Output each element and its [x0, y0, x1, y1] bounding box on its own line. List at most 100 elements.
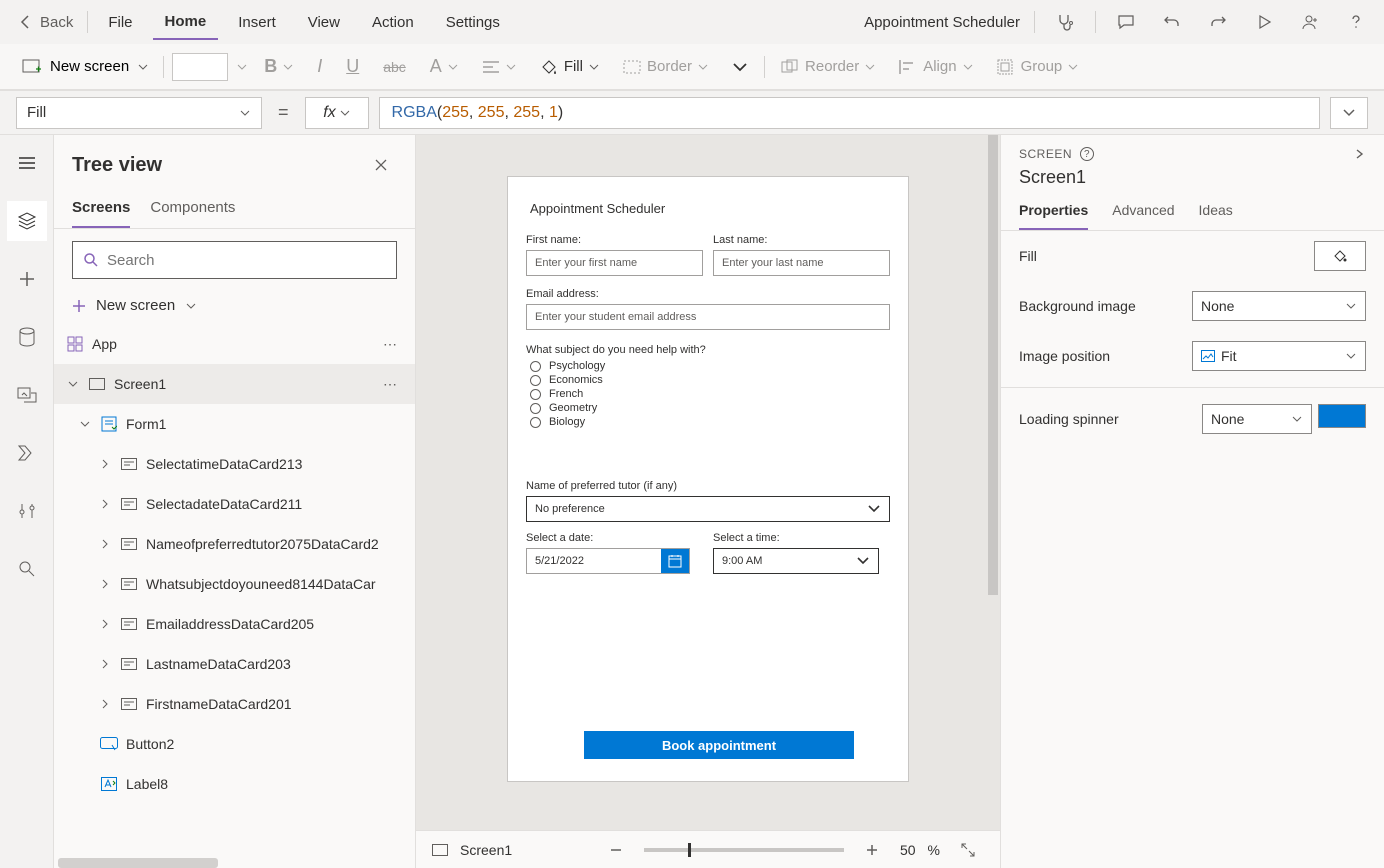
- tree-item-card[interactable]: EmailaddressDataCard205: [54, 604, 415, 644]
- search-rail-button[interactable]: [7, 549, 47, 589]
- expand-formula-button[interactable]: [1330, 97, 1368, 129]
- tree-item-label: Nameofpreferredtutor2075DataCard2: [146, 536, 379, 552]
- radio-geometry[interactable]: Geometry: [530, 402, 890, 414]
- tree-item-card[interactable]: SelectadateDataCard211: [54, 484, 415, 524]
- flows-rail-button[interactable]: [7, 433, 47, 473]
- tree-item-card[interactable]: Whatsubjectdoyouneed8144DataCar: [54, 564, 415, 604]
- tab-home[interactable]: Home: [153, 5, 219, 40]
- underline-button[interactable]: U: [338, 52, 367, 81]
- data-rail-button[interactable]: [7, 317, 47, 357]
- app-preview-screen[interactable]: Appointment Scheduler First name: Enter …: [508, 177, 908, 781]
- tree-item-app[interactable]: App ⋯: [54, 324, 415, 364]
- redo-button[interactable]: [1202, 6, 1234, 38]
- email-input[interactable]: Enter your student email address: [526, 304, 890, 330]
- insert-rail-button[interactable]: [7, 259, 47, 299]
- tab-settings[interactable]: Settings: [434, 6, 512, 39]
- chevron-right-icon[interactable]: [98, 579, 112, 589]
- property-selector[interactable]: Fill: [16, 97, 262, 129]
- align-objects-button[interactable]: Align: [891, 54, 980, 79]
- time-select[interactable]: 9:00 AM: [713, 548, 879, 574]
- zoom-out-button[interactable]: [600, 834, 632, 866]
- radio-economics[interactable]: Economics: [530, 374, 890, 386]
- tutor-select[interactable]: No preference: [526, 496, 890, 522]
- zoom-slider[interactable]: [644, 848, 844, 852]
- props-tab-ideas[interactable]: Ideas: [1199, 202, 1233, 230]
- fit-button[interactable]: [952, 834, 984, 866]
- font-color-button[interactable]: A: [422, 52, 466, 81]
- lastname-input[interactable]: Enter your last name: [713, 250, 890, 276]
- help-button[interactable]: [1340, 6, 1372, 38]
- firstname-input[interactable]: Enter your first name: [526, 250, 703, 276]
- chevron-right-icon[interactable]: [98, 699, 112, 709]
- new-screen-toolbar-button[interactable]: New screen: [16, 54, 155, 79]
- formula-input[interactable]: RGBA(255, 255, 255, 1): [379, 97, 1320, 129]
- chevron-right-icon[interactable]: [98, 539, 112, 549]
- chevron-down-icon[interactable]: [78, 419, 92, 429]
- tree-item-card[interactable]: LastnameDataCard203: [54, 644, 415, 684]
- chevron-right-icon[interactable]: [98, 459, 112, 469]
- tree-item-form1[interactable]: Form1: [54, 404, 415, 444]
- tree-search-box[interactable]: [72, 241, 397, 279]
- tools-rail-button[interactable]: [7, 491, 47, 531]
- group-button[interactable]: Group: [989, 54, 1087, 79]
- tree-new-screen-button[interactable]: New screen: [54, 291, 415, 324]
- prop-spinner-color[interactable]: [1318, 404, 1366, 428]
- hamburger-button[interactable]: [7, 143, 47, 183]
- chevron-right-icon[interactable]: [98, 619, 112, 629]
- tree-item-button2[interactable]: Button2: [54, 724, 415, 764]
- more-icon[interactable]: ⋯: [383, 376, 403, 393]
- chevron-right-icon[interactable]: [98, 659, 112, 669]
- preview-button[interactable]: [1248, 6, 1280, 38]
- tree-item-card[interactable]: FirstnameDataCard201: [54, 684, 415, 724]
- close-tree-button[interactable]: [365, 149, 397, 181]
- tab-insert[interactable]: Insert: [226, 6, 288, 39]
- undo-button[interactable]: [1156, 6, 1188, 38]
- chevron-down-icon[interactable]: [66, 379, 80, 389]
- canvas-viewport[interactable]: Appointment Scheduler First name: Enter …: [416, 135, 1000, 830]
- chevron-right-icon[interactable]: [1354, 148, 1366, 160]
- tab-action[interactable]: Action: [360, 6, 426, 39]
- tab-view[interactable]: View: [296, 6, 352, 39]
- tree-view-rail-button[interactable]: [7, 201, 47, 241]
- tree-item-card[interactable]: Nameofpreferredtutor2075DataCard2: [54, 524, 415, 564]
- more-format-button[interactable]: [724, 55, 756, 79]
- radio-biology[interactable]: Biology: [530, 416, 890, 428]
- help-icon[interactable]: ?: [1080, 147, 1094, 161]
- tree-item-screen1[interactable]: Screen1 ⋯: [54, 364, 415, 404]
- props-tab-advanced[interactable]: Advanced: [1112, 202, 1174, 230]
- calendar-icon[interactable]: [661, 549, 689, 573]
- share-button[interactable]: [1294, 6, 1326, 38]
- fx-button[interactable]: fx: [305, 97, 369, 129]
- reorder-button[interactable]: Reorder: [773, 54, 883, 79]
- more-icon[interactable]: ⋯: [383, 336, 403, 353]
- book-appointment-button[interactable]: Book appointment: [584, 731, 854, 759]
- zoom-in-button[interactable]: [856, 834, 888, 866]
- font-color-swatch[interactable]: [172, 53, 228, 81]
- prop-bgimage-select[interactable]: None: [1192, 291, 1366, 321]
- tree-item-card[interactable]: SelectatimeDataCard213: [54, 444, 415, 484]
- radio-french[interactable]: French: [530, 388, 890, 400]
- date-picker[interactable]: 5/21/2022: [526, 548, 690, 574]
- tree-search-input[interactable]: [107, 252, 386, 269]
- chevron-right-icon[interactable]: [98, 499, 112, 509]
- prop-fill-swatch[interactable]: [1314, 241, 1366, 271]
- bold-button[interactable]: B: [256, 52, 301, 81]
- border-button[interactable]: Border: [615, 54, 716, 79]
- tree-tab-screens[interactable]: Screens: [72, 189, 130, 228]
- media-rail-button[interactable]: [7, 375, 47, 415]
- tree-item-label8[interactable]: Label8: [54, 764, 415, 804]
- back-button[interactable]: Back: [12, 10, 79, 35]
- prop-imgpos-select[interactable]: Fit: [1192, 341, 1366, 371]
- italic-button[interactable]: I: [309, 52, 330, 81]
- radio-psychology[interactable]: Psychology: [530, 360, 890, 372]
- prop-spinner-select[interactable]: None: [1202, 404, 1312, 434]
- strikethrough-button[interactable]: abc: [375, 55, 414, 79]
- app-checker-button[interactable]: [1049, 6, 1081, 38]
- comments-button[interactable]: [1110, 6, 1142, 38]
- tab-file[interactable]: File: [96, 6, 144, 39]
- tree-tab-components[interactable]: Components: [150, 189, 235, 228]
- canvas-vertical-scrollbar[interactable]: [988, 135, 998, 830]
- fill-button[interactable]: Fill: [532, 54, 607, 80]
- align-button[interactable]: [474, 56, 524, 78]
- props-tab-properties[interactable]: Properties: [1019, 202, 1088, 230]
